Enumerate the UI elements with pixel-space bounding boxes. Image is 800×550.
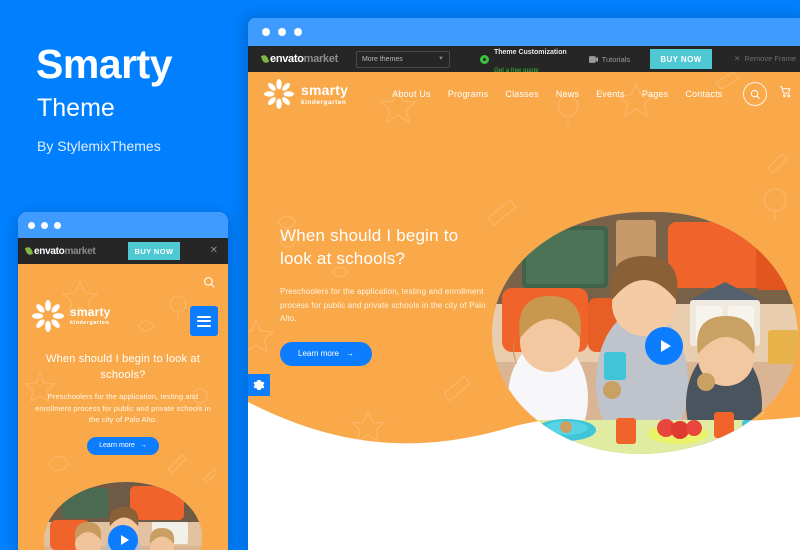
gear-icon xyxy=(253,380,265,390)
close-icon: ✕ xyxy=(734,54,741,63)
main-navigation: About Us Programs Classes News Events Pa… xyxy=(392,89,722,99)
tutorials-label: Tutorials xyxy=(601,54,631,64)
learn-more-button[interactable]: Learn more → xyxy=(280,341,372,366)
hero-photo xyxy=(492,212,798,454)
window-dot-icon xyxy=(41,221,48,229)
tutorials-link[interactable]: Tutorials xyxy=(588,54,631,64)
flower-logo-icon xyxy=(264,79,294,109)
promo-subtitle: Theme xyxy=(37,94,115,122)
screenshot-stage: Smarty Theme By StylemixThemes envatomar… xyxy=(0,0,800,550)
close-icon[interactable]: ✕ xyxy=(210,246,218,256)
mobile-learn-more-button[interactable]: Learn more → xyxy=(87,436,159,455)
nav-item-about-us[interactable]: About Us xyxy=(392,89,431,99)
mobile-menu-button[interactable] xyxy=(190,306,218,336)
more-themes-select[interactable]: More themes ▼ xyxy=(355,50,450,68)
nav-item-events[interactable]: Events xyxy=(596,89,625,99)
remove-frame-button[interactable]: ✕ Remove Frame xyxy=(734,54,796,63)
search-button[interactable] xyxy=(743,82,767,106)
envato-market-logo: envatomarket xyxy=(24,245,96,257)
window-dot-icon xyxy=(278,28,286,36)
site-header: smarty kindergarten About Us Programs Cl… xyxy=(248,72,800,116)
mobile-site-body: smarty kindergarten When should I begin … xyxy=(18,264,228,550)
logo-line2: kindergarten xyxy=(301,98,347,106)
nav-item-news[interactable]: News xyxy=(556,89,579,99)
mobile-logo-text: smarty kindergarten xyxy=(70,306,111,326)
play-icon xyxy=(120,535,129,545)
mobile-site-logo[interactable]: smarty kindergarten xyxy=(32,300,111,332)
video-icon xyxy=(588,55,598,63)
envato-logo-primary: envato xyxy=(270,53,304,65)
arrow-right-icon: → xyxy=(139,442,147,450)
mobile-learn-more-label: Learn more xyxy=(99,442,135,450)
mobile-logo-line1: smarty xyxy=(70,305,111,319)
arrow-right-icon: → xyxy=(345,349,354,359)
play-icon xyxy=(660,340,671,352)
flower-logo-icon xyxy=(32,300,64,332)
mobile-titlebar xyxy=(18,212,228,238)
learn-more-label: Learn more xyxy=(298,349,339,359)
site-viewport: smarty kindergarten About Us Programs Cl… xyxy=(248,72,800,550)
theme-settings-tab[interactable] xyxy=(248,374,270,396)
mobile-hero-paragraph: Preschoolers for the application, testin… xyxy=(35,391,211,425)
mobile-play-button[interactable] xyxy=(108,525,138,550)
envato-logo-secondary: market xyxy=(303,53,339,65)
nav-item-classes[interactable]: Classes xyxy=(505,89,538,99)
hamburger-menu-icon xyxy=(197,313,211,329)
mobile-search-icon[interactable] xyxy=(203,276,216,294)
envato-leaf-icon xyxy=(24,245,34,256)
window-dot-icon xyxy=(294,28,302,36)
header-icons xyxy=(743,82,792,106)
gear-icon xyxy=(479,54,489,64)
mobile-logo-line2: kindergarten xyxy=(70,320,110,326)
envato-logo-primary: envato xyxy=(34,245,65,257)
nav-item-programs[interactable]: Programs xyxy=(448,89,489,99)
mobile-preview-mockup: envatomarket BUY NOW ✕ smarty kindergart… xyxy=(18,212,228,550)
theme-customization-title: Theme Customization xyxy=(493,49,567,56)
cart-button[interactable] xyxy=(779,85,792,103)
mobile-buy-now-button[interactable]: BUY NOW xyxy=(128,242,180,260)
nav-item-contacts[interactable]: Contacts xyxy=(685,89,722,99)
search-icon xyxy=(750,89,760,99)
promo-panel: Smarty Theme By StylemixThemes envatomar… xyxy=(0,0,248,550)
classroom-photo-illustration xyxy=(492,212,798,454)
hero-content: When should I begin to look at schools? … xyxy=(280,224,495,366)
mobile-envato-bar: envatomarket BUY NOW ✕ xyxy=(18,238,228,264)
hero-heading: When should I begin to look at schools? xyxy=(280,226,459,269)
window-dot-icon xyxy=(54,221,61,229)
site-logo[interactable]: smarty kindergarten xyxy=(264,79,348,109)
remove-frame-label: Remove Frame xyxy=(744,54,796,63)
hero-paragraph: Preschoolers for the application, testin… xyxy=(280,286,486,324)
more-themes-label: More themes xyxy=(361,55,403,63)
window-dot-icon xyxy=(262,28,270,36)
page-title: Smarty xyxy=(36,41,173,87)
window-dot-icon xyxy=(28,221,35,229)
envato-toolbar: envatomarket More themes ▼ Theme Customi… xyxy=(248,46,800,74)
mobile-hero-heading: When should I begin to look at schools? xyxy=(46,353,200,381)
nav-item-pages[interactable]: Pages xyxy=(642,89,669,99)
envato-leaf-icon xyxy=(260,54,270,64)
envato-market-logo[interactable]: envatomarket xyxy=(260,53,339,65)
mobile-hero: When should I begin to look at schools? … xyxy=(18,352,228,455)
hero-play-button[interactable] xyxy=(645,327,683,365)
cart-icon xyxy=(780,86,791,98)
promo-byline: By StylemixThemes xyxy=(37,138,161,154)
site-logo-text: smarty kindergarten xyxy=(301,83,348,106)
buy-now-button[interactable]: BUY NOW xyxy=(650,49,712,69)
desktop-preview-mockup: envatomarket More themes ▼ Theme Customi… xyxy=(248,18,800,550)
envato-logo-secondary: market xyxy=(64,245,96,257)
chevron-down-icon: ▼ xyxy=(437,56,444,62)
logo-line1: smarty xyxy=(301,81,349,98)
